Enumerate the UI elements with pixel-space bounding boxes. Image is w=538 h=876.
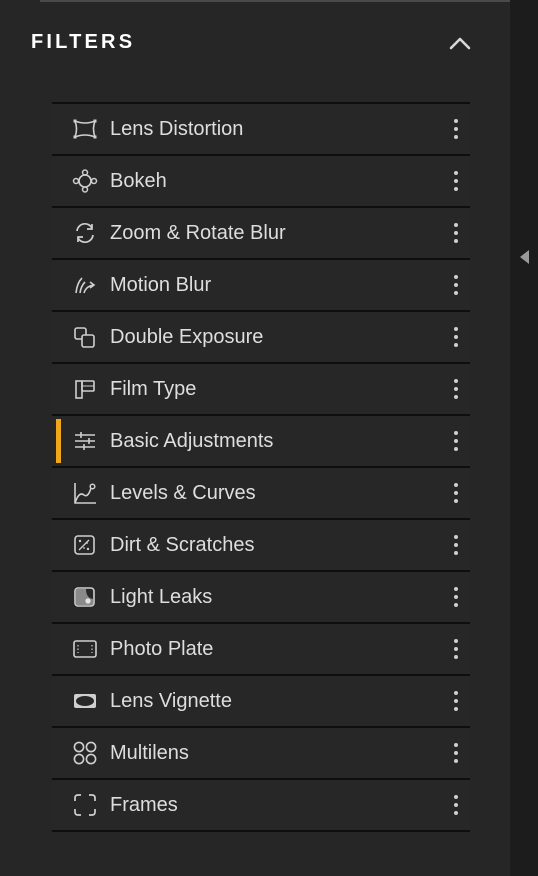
vignette-icon — [72, 689, 98, 713]
filter-label: Multilens — [110, 742, 189, 764]
bokeh-icon — [72, 169, 98, 193]
photo-plate-icon — [72, 637, 98, 661]
more-options-icon[interactable] — [448, 376, 464, 402]
active-indicator — [56, 419, 61, 463]
filter-label: Motion Blur — [110, 274, 212, 296]
filter-item-dirt-scratches[interactable]: Dirt & Scratches — [52, 518, 470, 570]
filter-item-light-leaks[interactable]: Light Leaks — [52, 570, 470, 622]
filter-label: Levels & Curves — [110, 482, 256, 504]
lens-distortion-icon — [72, 117, 98, 141]
filter-item-zoom-rotate-blur[interactable]: Zoom & Rotate Blur — [52, 206, 470, 258]
filter-label: Lens Vignette — [110, 690, 232, 712]
top-divider — [40, 0, 510, 2]
filter-label: Double Exposure — [110, 326, 264, 348]
more-options-icon[interactable] — [448, 584, 464, 610]
filter-item-frames[interactable]: Frames — [52, 778, 470, 832]
more-options-icon[interactable] — [448, 688, 464, 714]
filter-item-photo-plate[interactable]: Photo Plate — [52, 622, 470, 674]
more-options-icon[interactable] — [448, 636, 464, 662]
filter-item-bokeh[interactable]: Bokeh — [52, 154, 470, 206]
more-options-icon[interactable] — [448, 168, 464, 194]
filter-label: Light Leaks — [110, 586, 213, 608]
filter-item-lens-distortion[interactable]: Lens Distortion — [52, 102, 470, 154]
motion-blur-icon — [72, 273, 98, 297]
filter-item-basic-adjustments[interactable]: Basic Adjustments — [52, 414, 470, 466]
frames-icon — [72, 793, 98, 817]
filter-label: Film Type — [110, 378, 197, 400]
filter-item-multilens[interactable]: Multilens — [52, 726, 470, 778]
more-options-icon[interactable] — [448, 532, 464, 558]
filters-header[interactable]: FILTERS — [0, 20, 510, 66]
filter-label: Photo Plate — [110, 638, 214, 660]
more-options-icon[interactable] — [448, 740, 464, 766]
film-type-icon — [72, 377, 98, 401]
filter-item-levels-curves[interactable]: Levels & Curves — [52, 466, 470, 518]
more-options-icon[interactable] — [448, 272, 464, 298]
more-options-icon[interactable] — [448, 480, 464, 506]
filter-label: Dirt & Scratches — [110, 534, 255, 556]
filter-list: Lens Distortion Bokeh Zoom & Rotate Blur… — [52, 102, 470, 832]
filter-item-film-type[interactable]: Film Type — [52, 362, 470, 414]
panel-gutter — [510, 0, 538, 876]
filter-label: Basic Adjustments — [110, 430, 274, 452]
light-leaks-icon — [72, 585, 98, 609]
more-options-icon[interactable] — [448, 324, 464, 350]
filter-item-lens-vignette[interactable]: Lens Vignette — [52, 674, 470, 726]
filter-label: Zoom & Rotate Blur — [110, 222, 286, 244]
dirt-scratches-icon — [72, 533, 98, 557]
more-options-icon[interactable] — [448, 116, 464, 142]
filter-label: Frames — [110, 794, 178, 816]
filter-item-motion-blur[interactable]: Motion Blur — [52, 258, 470, 310]
collapse-panel-icon[interactable] — [518, 248, 532, 266]
filter-label: Bokeh — [110, 170, 167, 192]
panel-title: FILTERS — [31, 31, 136, 53]
filter-label: Lens Distortion — [110, 118, 244, 140]
filters-panel: FILTERS Lens Distortion Bokeh Zoom & Rot… — [0, 0, 510, 876]
filter-item-double-exposure[interactable]: Double Exposure — [52, 310, 470, 362]
more-options-icon[interactable] — [448, 220, 464, 246]
sliders-icon — [72, 429, 98, 453]
multilens-icon — [72, 741, 98, 765]
more-options-icon[interactable] — [448, 792, 464, 818]
zoom-rotate-icon — [72, 221, 98, 245]
chevron-up-icon[interactable] — [446, 32, 474, 54]
double-exposure-icon — [72, 325, 98, 349]
curves-icon — [72, 481, 98, 505]
more-options-icon[interactable] — [448, 428, 464, 454]
